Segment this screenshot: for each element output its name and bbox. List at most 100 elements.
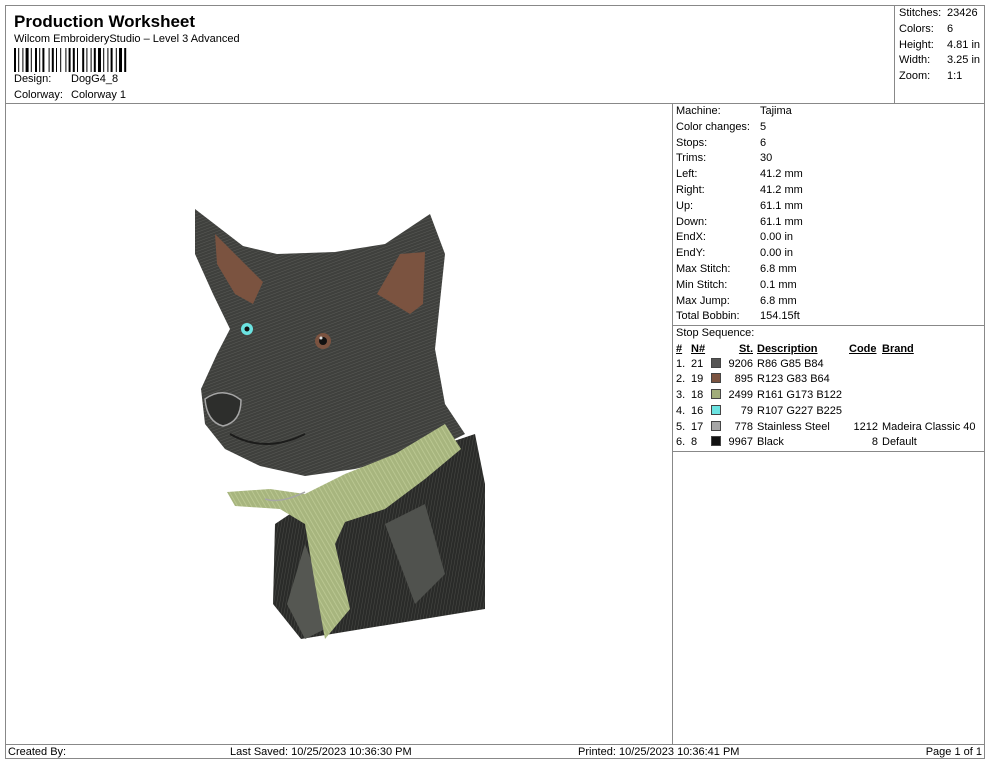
info-row: Total Bobbin: 154.15ft [673,309,985,325]
cell-code [849,404,882,420]
footer-bar: Created By: Last Saved: 10/25/2023 10:36… [5,744,985,760]
summary-panel: Stitches: 23426 Colors: 6 Height: 4.81 in W… [894,5,985,104]
color-swatch-cell [711,435,723,451]
cell-desc: R123 G83 B64 [757,373,830,386]
design-value: DogG4_8 [71,73,119,85]
cell-desc: R161 G173 B122 [757,389,843,402]
page-title: Production Worksheet [14,12,196,31]
cell-num: 4. [676,404,686,417]
table-row: 2. 19 895 R123 G83 B64 [676,372,976,388]
zoom-label: Zoom: [899,70,931,82]
col-num-header: # [676,342,683,355]
cell-desc: R107 G227 B225 [757,404,843,417]
info-row: Stops: 6 [673,136,985,152]
colors-label: Colors: [899,23,934,35]
cell-st: 9206 [728,357,753,370]
color-swatch [711,373,721,384]
cell-desc: Black [757,436,784,449]
zoom-row: Zoom: 1:1 [899,70,962,82]
barcode-icon [14,48,127,72]
stop-sequence-table: # N# St. Description Code Brand 1. 21 9206… [676,341,976,451]
cell-code [849,388,882,404]
printed-date: Printed: 10/25/2023 10:36:41 PM [578,746,740,758]
info-label: Stops: [676,136,708,149]
info-label: Trims: [676,152,707,165]
cell-num: 1. [676,357,686,370]
last-saved: Last Saved: 10/25/2023 10:36:30 PM [230,746,412,758]
height-row: Height: 4.81 in [899,39,980,51]
info-value: 61.1 mm [760,199,803,212]
table-row: 4. 16 79 R107 G227 B225 [676,404,976,420]
zoom-value: 1:1 [947,70,963,82]
info-row: Min Stitch: 0.1 mm [673,278,985,294]
color-swatch-cell [711,388,723,404]
width-row: Width: 3.25 in [899,54,980,66]
col-st-header: St. [738,342,753,355]
cell-n: 16 [691,404,704,417]
cell-st: 895 [734,373,753,386]
stop-sequence-caption: Stop Sequence: [676,327,755,339]
table-row: 6. 8 9967 Black 8 Default [676,435,976,451]
info-value: 0.1 mm [760,278,797,291]
cell-code [849,372,882,388]
machine-info-panel: Machine: Tajima Color changes: 5 Stops: 6 Trim… [673,104,985,325]
info-row: Color changes: 5 [673,120,985,136]
info-label: Min Stitch: [676,278,728,291]
cell-brand: Madeira Classic 40 [882,420,976,433]
color-swatch [711,404,721,415]
info-row: Max Stitch: 6.8 mm [673,262,985,278]
stitches-value: 23426 [947,7,978,19]
design-row: Design: DogG4_8 [14,73,118,85]
info-value: 41.2 mm [760,168,803,181]
info-row: EndY: 0.00 in [673,246,985,262]
info-row: Left: 41.2 mm [673,167,985,183]
stitches-row: Stitches: 23426 [899,7,978,19]
colorway-label: Colorway: [14,89,63,101]
cell-st: 79 [740,404,753,417]
color-swatch [711,389,721,400]
table-row: 3. 18 2499 R161 G173 B122 [676,388,976,404]
cell-desc: R86 G85 B84 [757,357,824,370]
header-panel: Production Worksheet Wilcom EmbroiderySt… [5,5,895,104]
created-by: Created By: [8,746,67,758]
width-value: 3.25 in [947,54,981,66]
cell-st: 778 [734,420,753,433]
cell-brand [882,357,976,373]
info-label: Right: [676,183,705,196]
width-label: Width: [899,54,931,66]
info-value: 6.8 mm [760,262,797,275]
stitches-label: Stitches: [899,7,942,19]
color-swatch [711,436,721,447]
colorway-value: Colorway 1 [71,89,127,101]
info-value: 6 [760,136,767,149]
info-label: Max Jump: [676,294,730,307]
colors-row: Colors: 6 [899,23,953,35]
info-label: EndY: [676,247,706,260]
color-swatch-cell [711,404,723,420]
col-code-header: Code [849,342,877,355]
color-swatch [711,420,721,431]
design-label: Design: [14,73,52,85]
info-label: Down: [676,215,708,228]
cell-n: 21 [691,357,704,370]
cell-brand [882,404,976,420]
info-row: Trims: 30 [673,151,985,167]
info-value: 154.15ft [760,310,800,323]
height-value: 4.81 in [947,39,981,51]
info-label: Total Bobbin: [676,310,740,323]
info-value: 6.8 mm [760,294,797,307]
col-brand-header: Brand [882,342,914,355]
table-row: 5. 17 778 Stainless Steel 1212 Madeira Classi… [676,420,976,436]
info-value: 0.00 in [760,231,794,244]
color-swatch-cell [711,420,723,436]
cell-num: 2. [676,373,686,386]
col-color-header [711,341,723,357]
cell-n: 17 [691,420,704,433]
info-label: Left: [676,168,698,181]
info-row: Max Jump: 6.8 mm [673,294,985,310]
stop-sequence-panel: Stop Sequence: # N# St. Description Code… [673,326,985,451]
col-desc-header: Description [757,342,818,355]
col-n-header: N# [691,342,706,355]
table-row: 1. 21 9206 R86 G85 B84 [676,357,976,373]
cell-num: 3. [676,389,686,402]
